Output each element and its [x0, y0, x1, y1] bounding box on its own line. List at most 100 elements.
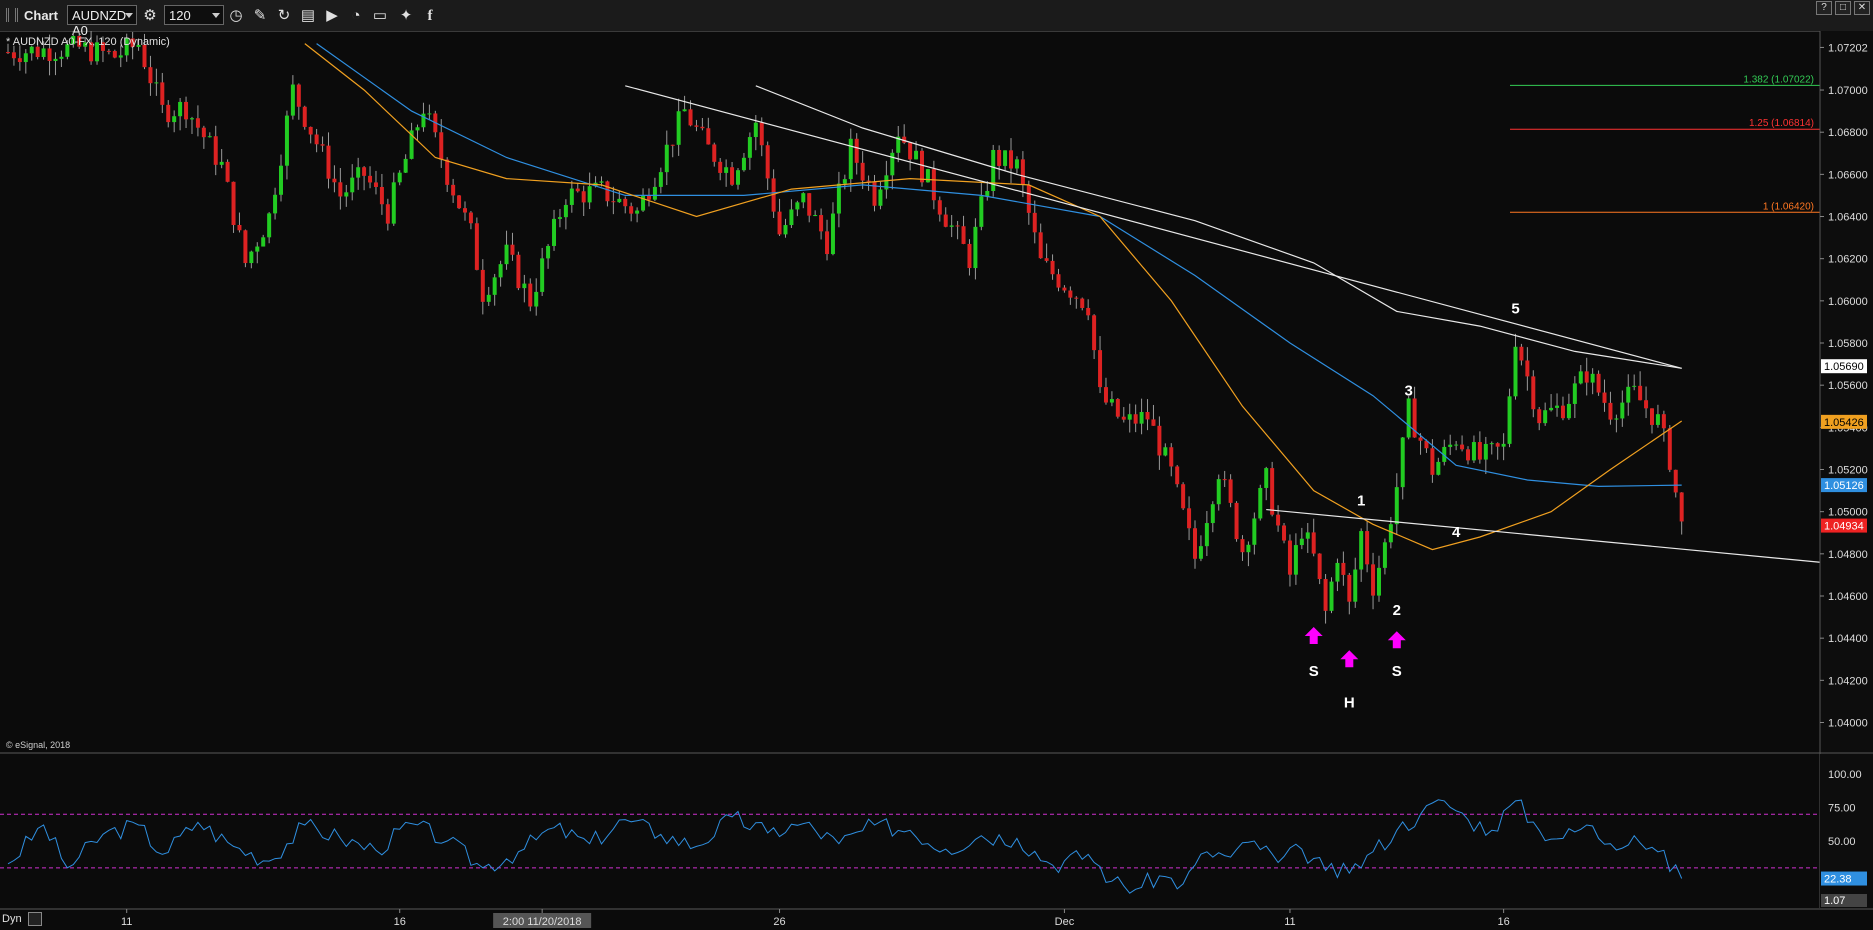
candle-body — [1305, 532, 1310, 539]
candle-body — [474, 223, 479, 270]
help-button[interactable]: ? — [1816, 1, 1832, 15]
up-arrow-icon — [1387, 631, 1406, 649]
candle-body — [670, 144, 675, 146]
interval-select[interactable]: 120 — [164, 5, 224, 25]
candle-body — [1246, 544, 1251, 553]
candle-body — [1056, 274, 1061, 288]
pattern-annotations: 1 2 3 4 5 S H S — [1304, 300, 1520, 712]
candle-body — [925, 169, 930, 183]
window-title: Chart — [24, 8, 58, 23]
candle-body — [1329, 581, 1334, 611]
candle-body — [1537, 409, 1542, 424]
candle-body — [1086, 307, 1091, 316]
candle-body — [106, 50, 111, 52]
candle-body — [231, 181, 236, 225]
candle-body — [1026, 185, 1031, 213]
candle-body — [581, 191, 586, 203]
price-tick-label: 1.04800 — [1828, 549, 1868, 561]
candle-body — [783, 225, 788, 235]
candle-body — [908, 142, 913, 160]
candle-body — [1193, 528, 1197, 559]
comment-icon[interactable]: ▭ — [370, 6, 390, 26]
pencil-icon[interactable]: ✎ — [250, 6, 270, 26]
candle-body — [1513, 346, 1518, 397]
candle-body — [1092, 315, 1097, 351]
candle-body — [575, 188, 580, 192]
pattern-label: S — [1309, 663, 1319, 680]
fib-level-label: 1 (1.06420) — [1763, 201, 1814, 212]
time-tick-label: 11 — [121, 916, 132, 928]
candle-body — [1252, 518, 1257, 545]
candle-body — [557, 217, 562, 219]
time-axis[interactable]: 11 16 2:00 11/20/2018 26 Dec 11 16 — [121, 909, 1510, 928]
close-button[interactable]: ✕ — [1854, 1, 1870, 15]
candle-body — [178, 101, 183, 117]
maximize-button[interactable]: □ — [1835, 1, 1851, 15]
candle-body — [1228, 479, 1233, 503]
candle-body — [1074, 297, 1079, 299]
candle-body — [931, 169, 936, 201]
up-arrow-icon — [1304, 627, 1323, 645]
candle-body — [296, 84, 301, 107]
price-chart-area[interactable]: 1.382 (1.07022) 1.25 (1.06814) 1 (1.06420)… — [0, 31, 1873, 930]
candle-body — [540, 258, 545, 292]
candle-body — [694, 125, 699, 127]
candle-body — [1590, 373, 1595, 383]
candle-body — [1560, 405, 1565, 419]
facebook-icon[interactable]: f — [420, 6, 440, 26]
symbol-select[interactable]: AUDNZD A0 — [67, 5, 137, 38]
candle-body — [706, 128, 711, 145]
candle-body — [1608, 402, 1613, 420]
price-tick-label: 1.06800 — [1828, 127, 1868, 139]
candle-body — [860, 162, 865, 181]
candle-body — [1003, 150, 1008, 166]
candle-body — [688, 109, 693, 126]
fibonacci-levels: 1.382 (1.07022) 1.25 (1.06814) 1 (1.06420) — [1510, 74, 1820, 213]
drag-grip-icon[interactable] — [6, 8, 18, 22]
candle-body — [462, 208, 467, 213]
candle-body — [973, 226, 978, 269]
candle-body — [1525, 360, 1530, 377]
play-icon[interactable]: ▶ — [322, 6, 342, 26]
candle-body — [658, 172, 663, 187]
candle-body — [676, 111, 681, 145]
price-tick-label: 1.04600 — [1828, 591, 1868, 603]
pattern-label: S — [1392, 663, 1402, 680]
clock-icon[interactable]: ◷ — [226, 6, 246, 26]
candle-body — [652, 186, 657, 200]
candle-body — [189, 118, 194, 120]
candle-body — [415, 127, 420, 131]
rsi-tick-label: 100.00 — [1828, 769, 1862, 781]
candle-body — [967, 243, 972, 269]
candle-body — [219, 161, 224, 165]
candle-body — [854, 138, 859, 163]
candle-body — [724, 167, 729, 173]
candle-body — [1317, 553, 1322, 580]
symbol-label: * AUDNZD A0-FX, 120 (Dynamic) — [6, 36, 170, 48]
fib-level-label: 1.382 (1.07022) — [1743, 74, 1814, 85]
rsi-pane[interactable]: 100.00 75.00 50.00 22.38 1.07 — [0, 754, 1873, 908]
candle-body — [1175, 466, 1180, 485]
tools-icon[interactable]: ▤ — [298, 6, 318, 26]
candle-body — [712, 144, 717, 162]
clock-search-icon[interactable]: ◔ — [346, 6, 366, 26]
dyn-toggle[interactable] — [28, 912, 42, 926]
price-tick-label: 1.06000 — [1828, 296, 1868, 308]
candle-body — [1365, 531, 1370, 565]
candle-body — [1157, 425, 1162, 456]
fib-level-label: 1.25 (1.06814) — [1749, 118, 1814, 129]
candle-body — [510, 244, 515, 255]
candle-body — [878, 189, 883, 206]
moving-average-lines — [304, 43, 1683, 551]
candle-body — [1430, 448, 1435, 475]
twitter-icon[interactable]: ✦ — [396, 6, 416, 26]
candle-body — [985, 191, 990, 197]
settings-gear-icon[interactable]: ⚙ — [140, 6, 160, 26]
refresh-icon[interactable]: ↻ — [274, 6, 294, 26]
candle-body — [320, 144, 325, 146]
candle-body — [1602, 392, 1607, 403]
wave-label: 4 — [1452, 524, 1461, 541]
candle-body — [1519, 346, 1524, 361]
candle-body — [1359, 531, 1364, 570]
candle-body — [314, 134, 319, 145]
